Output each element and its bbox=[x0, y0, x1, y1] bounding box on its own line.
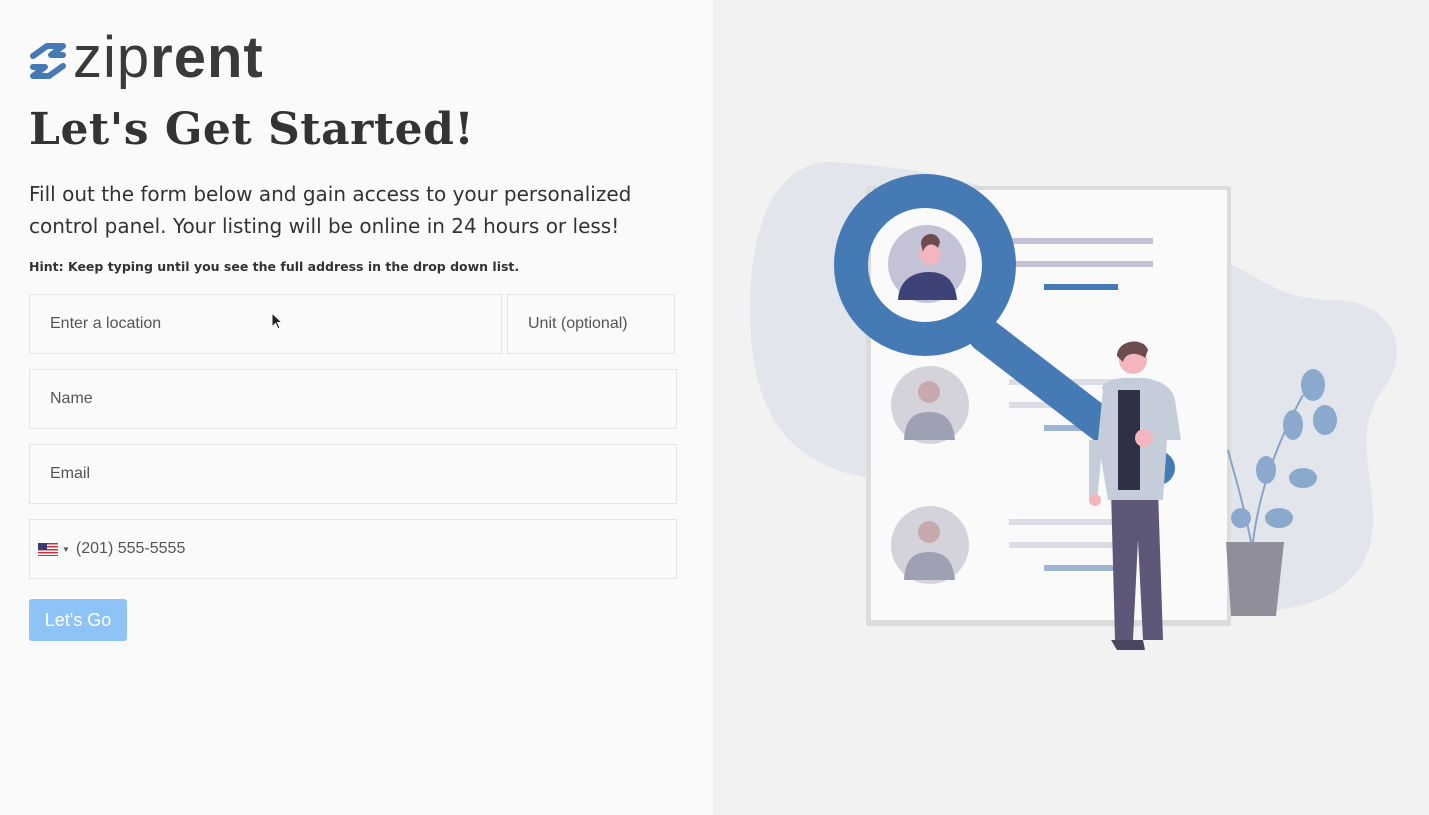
phone-placeholder: (201) 555-5555 bbox=[75, 540, 186, 557]
ziprent-logo[interactable]: ziprent bbox=[29, 24, 264, 90]
country-selector[interactable]: ▼ bbox=[38, 542, 76, 556]
lets-go-button[interactable]: Let's Go bbox=[29, 599, 127, 641]
candidate-search-illustration bbox=[749, 162, 1397, 650]
illustration-panel bbox=[713, 0, 1429, 815]
name-input[interactable]: Name bbox=[29, 369, 677, 429]
phone-input[interactable]: ▼ (201) 555-5555 bbox=[29, 519, 677, 579]
logo-rent: rent bbox=[150, 24, 264, 90]
form-panel: ziprent Let's Get Started! Fill out the … bbox=[0, 0, 713, 815]
location-placeholder: Enter a location bbox=[50, 315, 162, 332]
unit-input[interactable]: Unit (optional) bbox=[507, 294, 675, 354]
chevron-down-icon: ▼ bbox=[62, 544, 70, 554]
unit-placeholder: Unit (optional) bbox=[528, 315, 628, 332]
name-placeholder: Name bbox=[50, 390, 93, 407]
logo-zip: zip bbox=[73, 24, 151, 90]
logo-wordmark: ziprent bbox=[73, 28, 264, 87]
email-input[interactable]: Email bbox=[29, 444, 677, 504]
intro-text: Fill out the form below and gain access … bbox=[29, 182, 632, 238]
email-placeholder: Email bbox=[50, 465, 91, 482]
us-flag-icon bbox=[38, 542, 58, 556]
location-input[interactable]: Enter a location bbox=[29, 294, 502, 354]
mouse-cursor-icon bbox=[271, 312, 283, 330]
hint-text: Hint: Keep typing until you see the full… bbox=[29, 259, 520, 274]
ziprent-logo-icon bbox=[30, 43, 66, 79]
plant-pot bbox=[1226, 542, 1284, 616]
page-title: Let's Get Started! bbox=[29, 104, 475, 155]
